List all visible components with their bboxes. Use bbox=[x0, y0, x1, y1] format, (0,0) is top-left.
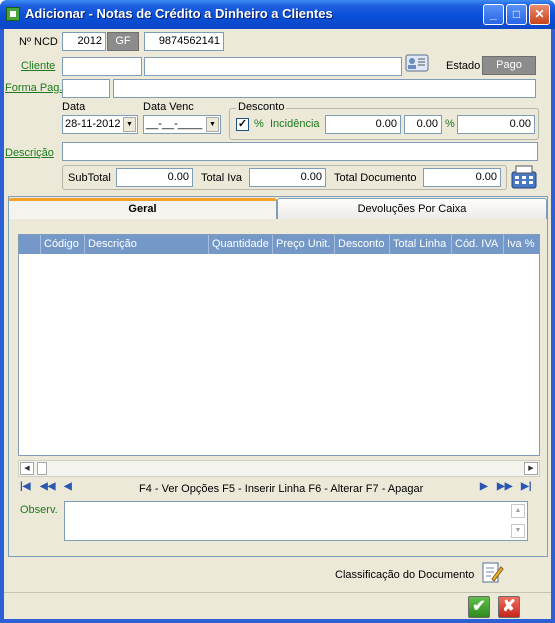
shortcut-hints: F4 - Ver Opções F5 - Inserir Linha F6 - … bbox=[139, 483, 424, 495]
forma-pag-code-input[interactable] bbox=[62, 79, 110, 98]
nav-next-page-icon[interactable]: ▶▶ bbox=[497, 481, 512, 492]
data-venc-label: Data Venc bbox=[143, 101, 194, 113]
observ-scroll-up-icon[interactable]: ▲ bbox=[511, 504, 525, 518]
close-button[interactable]: ✕ bbox=[529, 4, 550, 25]
minimize-button[interactable]: _ bbox=[483, 4, 504, 25]
forma-pag-link[interactable]: Forma Pag. bbox=[5, 82, 62, 94]
col-cod-iva[interactable]: Cód. IVA bbox=[452, 235, 504, 254]
title-bar[interactable]: Adicionar - Notas de Crédito a Dinheiro … bbox=[0, 0, 555, 29]
observ-textarea[interactable]: ▲ ▼ bbox=[64, 501, 528, 541]
data-value: 28-11-2012 bbox=[65, 118, 121, 130]
forma-pag-desc-input[interactable] bbox=[113, 79, 536, 98]
grid-header: Código Descrição Quantidade Preço Unit. … bbox=[19, 235, 539, 254]
data-venc-picker[interactable]: __-__-____ ▼ bbox=[143, 115, 221, 134]
classificacao-edit-icon[interactable] bbox=[480, 560, 504, 584]
data-label: Data bbox=[62, 101, 86, 113]
cliente-card-icon[interactable] bbox=[405, 53, 429, 73]
desconto-percent-label: % bbox=[254, 118, 264, 130]
scroll-right-icon[interactable]: ▶ bbox=[524, 462, 538, 475]
estado-value: Pago bbox=[482, 56, 536, 75]
incidencia-label: Incidência bbox=[270, 118, 320, 130]
calculator-icon[interactable] bbox=[510, 164, 538, 190]
total-doc-label: Total Documento bbox=[334, 172, 417, 184]
col-codigo[interactable]: Código bbox=[41, 235, 85, 254]
col-iva-pct[interactable]: Iva % bbox=[504, 235, 539, 254]
tab-devolucoes[interactable]: Devoluções Por Caixa bbox=[277, 198, 547, 219]
subtotal-label: SubTotal bbox=[68, 172, 111, 184]
total-iva-label: Total Iva bbox=[201, 172, 242, 184]
cancel-button[interactable]: ✘ bbox=[498, 596, 520, 618]
desconto-checkbox[interactable]: ✓ bbox=[236, 118, 249, 131]
ncd-series-field[interactable]: GF bbox=[107, 32, 139, 51]
grid-horizontal-scrollbar[interactable]: ◀ ▶ bbox=[18, 460, 540, 477]
data-venc-dropdown-icon[interactable]: ▼ bbox=[206, 117, 219, 132]
form-body: Nº NCD 2012 GF 9874562141 Cliente Estado… bbox=[4, 29, 551, 619]
app-icon bbox=[6, 7, 20, 21]
ncd-year-field[interactable]: 2012 bbox=[62, 32, 106, 51]
observ-label: Observ. bbox=[20, 504, 58, 516]
col-preco-unit[interactable]: Preço Unit. bbox=[273, 235, 335, 254]
cliente-name-input[interactable] bbox=[144, 57, 402, 76]
col-descricao[interactable]: Descrição bbox=[85, 235, 209, 254]
col-total-linha[interactable]: Total Linha bbox=[390, 235, 452, 254]
descricao-input[interactable] bbox=[62, 142, 538, 161]
app-window: Adicionar - Notas de Crédito a Dinheiro … bbox=[0, 0, 555, 623]
footer-separator bbox=[4, 592, 551, 593]
scroll-left-icon[interactable]: ◀ bbox=[20, 462, 34, 475]
estado-label: Estado bbox=[446, 60, 481, 72]
ncd-number-field[interactable]: 9874562141 bbox=[144, 32, 224, 51]
observ-scroll-down-icon[interactable]: ▼ bbox=[511, 524, 525, 538]
desconto-pct-symbol: % bbox=[445, 118, 455, 130]
col-desconto[interactable]: Desconto bbox=[335, 235, 390, 254]
data-venc-value: __-__-____ bbox=[146, 118, 203, 130]
descricao-link[interactable]: Descrição bbox=[5, 147, 54, 159]
maximize-button[interactable]: □ bbox=[506, 4, 527, 25]
items-grid[interactable]: Código Descrição Quantidade Preço Unit. … bbox=[18, 234, 540, 456]
nav-next-icon[interactable]: ▶ bbox=[480, 481, 488, 492]
col-quantidade[interactable]: Quantidade bbox=[209, 235, 273, 254]
window-title: Adicionar - Notas de Crédito a Dinheiro … bbox=[25, 6, 333, 21]
data-picker[interactable]: 28-11-2012 ▼ bbox=[62, 115, 138, 134]
classificacao-label: Classificação do Documento bbox=[335, 569, 475, 581]
nav-first-icon[interactable]: |◀ bbox=[20, 481, 31, 492]
desconto-value-3[interactable]: 0.00 bbox=[457, 115, 535, 134]
total-iva-value: 0.00 bbox=[249, 168, 326, 187]
cliente-code-input[interactable] bbox=[62, 57, 142, 76]
tab-geral[interactable]: Geral bbox=[8, 198, 277, 219]
nav-prev-page-icon[interactable]: ◀◀ bbox=[40, 481, 55, 492]
desconto-value-1[interactable]: 0.00 bbox=[325, 115, 401, 134]
total-doc-value: 0.00 bbox=[423, 168, 501, 187]
grid-row-selector-header bbox=[19, 235, 41, 254]
nav-last-icon[interactable]: ▶| bbox=[521, 481, 532, 492]
nav-prev-icon[interactable]: ◀ bbox=[64, 481, 72, 492]
ncd-label: Nº NCD bbox=[19, 36, 58, 48]
scroll-thumb[interactable] bbox=[37, 462, 47, 475]
cliente-link[interactable]: Cliente bbox=[21, 60, 55, 72]
confirm-button[interactable]: ✔ bbox=[468, 596, 490, 618]
subtotal-value: 0.00 bbox=[116, 168, 193, 187]
desconto-value-2[interactable]: 0.00 bbox=[404, 115, 442, 134]
desconto-title: Desconto bbox=[236, 101, 287, 113]
data-dropdown-icon[interactable]: ▼ bbox=[123, 117, 136, 132]
